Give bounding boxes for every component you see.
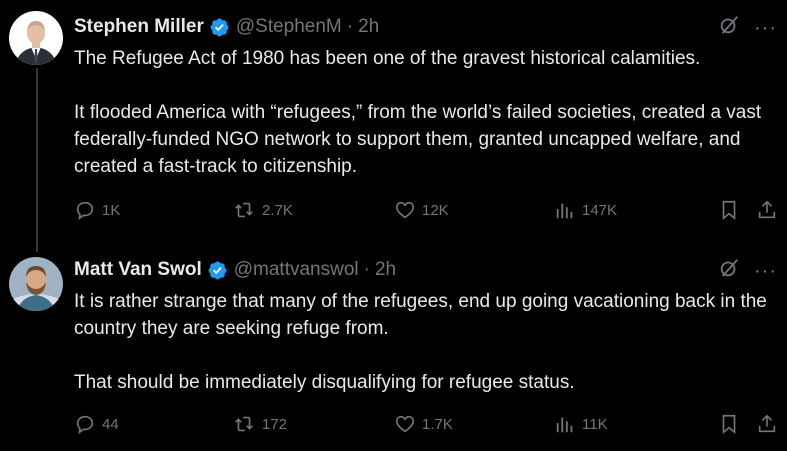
grok-icon[interactable]: [718, 257, 740, 284]
views-chart-icon: [556, 417, 573, 433]
timestamp[interactable]: 2h: [375, 259, 396, 281]
tweet-actions-bar: 1K 2.7K 12K 147K: [74, 195, 780, 225]
like-button[interactable]: 1.7K: [394, 409, 453, 439]
views-button[interactable]: 147K: [554, 195, 617, 225]
views-button[interactable]: 11K: [554, 409, 608, 439]
share-button[interactable]: [756, 195, 784, 225]
reply-count: 44: [102, 415, 119, 433]
tweet-actions-bar: 44 172 1.7K 11K: [74, 409, 780, 439]
grok-icon[interactable]: [718, 14, 740, 41]
bookmark-icon: [722, 414, 736, 435]
share-icon: [758, 200, 776, 219]
views-chart-icon: [556, 203, 573, 219]
bookmark-icon: [722, 200, 736, 221]
bookmark-button[interactable]: [718, 195, 746, 225]
tweet[interactable]: Stephen Miller @StephenM · 2h ··· The Re…: [0, 0, 787, 232]
verified-badge-icon[interactable]: [207, 260, 228, 281]
heart-icon: [395, 415, 415, 433]
like-count: 1.7K: [422, 415, 453, 433]
share-icon: [758, 414, 776, 433]
repost-icon: [235, 416, 253, 432]
tweet-paragraph: It flooded America with “refugees,” from…: [74, 102, 762, 177]
tweet-paragraph: That should be immediately disqualifying…: [74, 372, 575, 393]
author-handle[interactable]: @StephenM: [236, 16, 342, 38]
repost-button[interactable]: 172: [232, 409, 287, 439]
repost-count: 172: [262, 415, 288, 433]
reply-count: 1K: [102, 201, 121, 219]
tweet-top-actions: ···: [718, 14, 777, 41]
like-button[interactable]: 12K: [394, 195, 449, 225]
reply-icon: [76, 201, 94, 221]
views-count: 11K: [582, 415, 608, 433]
timestamp[interactable]: 2h: [358, 16, 379, 38]
separator-dot: ·: [363, 259, 370, 280]
avatar[interactable]: [9, 257, 63, 311]
man-in-suit-avatar-icon: [9, 11, 63, 65]
verified-badge-icon[interactable]: [209, 17, 230, 38]
bookmark-button[interactable]: [718, 409, 746, 439]
views-count: 147K: [582, 201, 618, 219]
reply-button[interactable]: 44: [74, 409, 119, 439]
author-name[interactable]: Stephen Miller: [74, 16, 204, 38]
tweet[interactable]: Matt Van Swol @mattvanswol · 2h ··· It i…: [0, 232, 787, 451]
reply-button[interactable]: 1K: [74, 195, 120, 225]
avatar[interactable]: [9, 11, 63, 65]
separator-dot: ·: [346, 16, 354, 37]
more-options-icon[interactable]: ···: [754, 18, 777, 38]
tweet-text: It is rather strange that many of the re…: [74, 288, 774, 396]
tweet-top-actions: ···: [718, 257, 777, 284]
repost-icon: [235, 202, 253, 218]
tweet-header: Stephen Miller @StephenM · 2h: [74, 15, 379, 39]
tweet-header: Matt Van Swol @mattvanswol · 2h: [74, 258, 396, 282]
like-count: 12K: [422, 201, 449, 219]
tweet-paragraph: It is rather strange that many of the re…: [74, 291, 767, 339]
more-options-icon[interactable]: ···: [754, 261, 777, 281]
heart-icon: [395, 201, 415, 219]
bearded-man-avatar-icon: [9, 257, 63, 311]
reply-icon: [76, 415, 94, 435]
repost-button[interactable]: 2.7K: [232, 195, 293, 225]
author-handle[interactable]: @mattvanswol: [234, 259, 359, 281]
share-button[interactable]: [756, 409, 784, 439]
tweet-paragraph: The Refugee Act of 1980 has been one of …: [74, 48, 701, 69]
author-name[interactable]: Matt Van Swol: [74, 259, 202, 281]
repost-count: 2.7K: [262, 201, 293, 219]
tweet-text: The Refugee Act of 1980 has been one of …: [74, 45, 774, 180]
